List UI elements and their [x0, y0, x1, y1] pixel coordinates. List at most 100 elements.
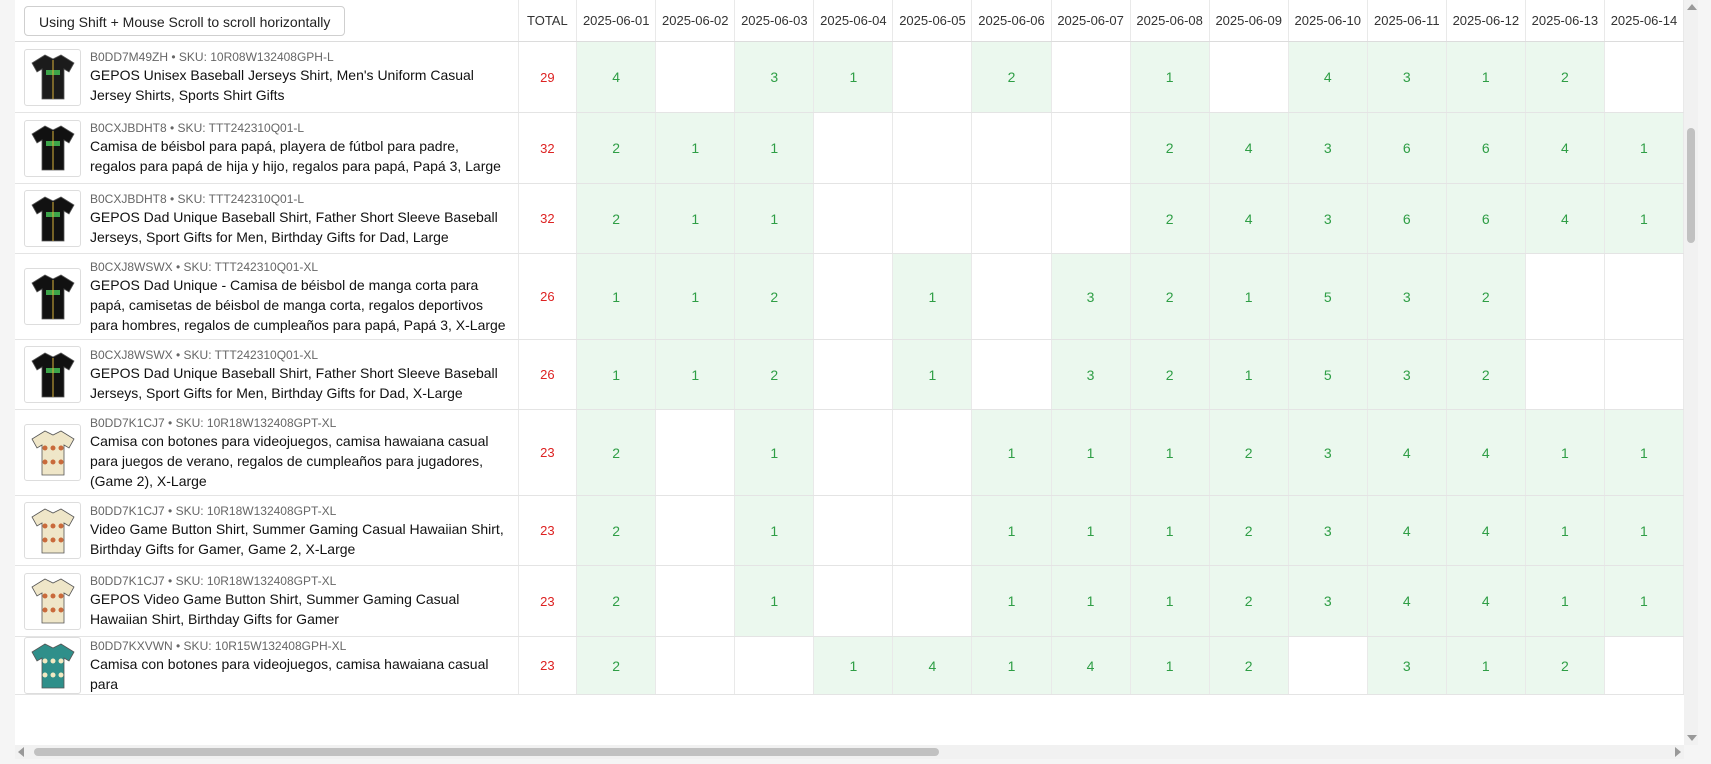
daily-sales-cell: 4 — [1367, 409, 1447, 496]
scroll-down-arrow-icon[interactable] — [1687, 735, 1697, 741]
daily-sales-cell: 1 — [576, 253, 657, 340]
black-baseball-jersey-icon[interactable] — [24, 190, 81, 247]
daily-sales-cell: 1 — [1446, 636, 1526, 695]
daily-sales-cell: 1 — [734, 183, 815, 254]
product-name[interactable]: Video Game Button Shirt, Summer Gaming C… — [90, 519, 508, 559]
daily-sales-cell — [892, 409, 973, 496]
header-date[interactable]: 2025-06-01 — [576, 0, 657, 42]
daily-sales-cell: 3 — [1288, 409, 1368, 496]
table-row[interactable]: B0CXJBDHT8 • SKU: TTT242310Q01-L Camisa d… — [15, 112, 1684, 184]
header-date[interactable]: 2025-06-09 — [1209, 0, 1289, 42]
table-row[interactable]: B0DD7K1CJ7 • SKU: 10R18W132408GPT-XL GEPO… — [15, 565, 1684, 637]
header-date[interactable]: 2025-06-14 — [1604, 0, 1684, 42]
daily-sales-cell: 6 — [1367, 183, 1447, 254]
product-cell: B0DD7KXVWN • SKU: 10R15W132408GPH-XL Cami… — [15, 636, 519, 695]
table-row[interactable]: B0DD7KXVWN • SKU: 10R15W132408GPH-XL Cami… — [15, 636, 1684, 695]
black-baseball-jersey-icon[interactable] — [24, 119, 81, 177]
table-row[interactable]: B0CXJBDHT8 • SKU: TTT242310Q01-L GEPOS Da… — [15, 183, 1684, 254]
daily-sales-cell: 1 — [971, 495, 1052, 566]
vertical-scrollbar[interactable] — [1684, 0, 1698, 745]
hawaiian-shirt-icon[interactable] — [24, 502, 81, 559]
daily-sales-cell — [1604, 41, 1684, 113]
daily-sales-cell — [655, 409, 736, 496]
scroll-up-arrow-icon[interactable] — [1687, 4, 1697, 10]
daily-sales-cell: 1 — [971, 565, 1052, 637]
daily-sales-cell: 3 — [1367, 636, 1447, 695]
daily-sales-cell — [1051, 112, 1131, 184]
product-name[interactable]: GEPOS Dad Unique Baseball Shirt, Father … — [90, 207, 508, 247]
daily-sales-cell: 1 — [734, 112, 815, 184]
header-date[interactable]: 2025-06-12 — [1446, 0, 1526, 42]
vertical-scrollbar-thumb[interactable] — [1687, 128, 1695, 243]
scroll-left-arrow-icon[interactable] — [18, 747, 24, 757]
header-date[interactable]: 2025-06-03 — [734, 0, 815, 42]
hawaiian-shirt-icon[interactable] — [24, 424, 81, 481]
daily-sales-cell: 2 — [734, 339, 815, 410]
daily-sales-cell: 4 — [576, 41, 657, 113]
daily-sales-cell: 4 — [1525, 183, 1605, 254]
daily-sales-cell: 2 — [1130, 183, 1210, 254]
daily-sales-cell: 4 — [1367, 565, 1447, 637]
table-row[interactable]: B0CXJ8WSWX • SKU: TTT242310Q01-XL GEPOS D… — [15, 253, 1684, 340]
daily-sales-cell: 1 — [1209, 253, 1289, 340]
product-name[interactable]: Camisa de béisbol para papá, playera de … — [90, 136, 508, 176]
daily-sales-cell: 1 — [1525, 409, 1605, 496]
header-date[interactable]: 2025-06-08 — [1130, 0, 1210, 42]
daily-sales-cell: 1 — [1209, 339, 1289, 410]
product-name[interactable]: GEPOS Unisex Baseball Jerseys Shirt, Men… — [90, 65, 508, 105]
product-name[interactable]: Camisa con botones para videojuegos, cam… — [90, 654, 508, 694]
hawaiian-shirt-icon[interactable] — [24, 572, 81, 630]
daily-sales-cell — [1525, 253, 1605, 340]
header-date[interactable]: 2025-06-02 — [655, 0, 736, 42]
product-name[interactable]: GEPOS Video Game Button Shirt, Summer Ga… — [90, 589, 508, 629]
total-cell: 32 — [518, 112, 578, 184]
daily-sales-cell: 6 — [1367, 112, 1447, 184]
daily-sales-cell: 2 — [1130, 339, 1210, 410]
table-row[interactable]: B0DD7M49ZH • SKU: 10R08W132408GPH-L GEPOS… — [15, 41, 1684, 113]
product-name[interactable]: Camisa con botones para videojuegos, cam… — [90, 431, 508, 491]
product-cell: B0DD7M49ZH • SKU: 10R08W132408GPH-L GEPOS… — [15, 41, 519, 113]
daily-sales-cell: 1 — [1130, 41, 1210, 113]
total-cell: 26 — [518, 253, 578, 340]
product-asin-sku: B0DD7K1CJ7 • SKU: 10R18W132408GPT-XL — [90, 503, 337, 518]
daily-sales-cell — [813, 339, 894, 410]
daily-sales-cell — [813, 565, 894, 637]
header-date[interactable]: 2025-06-10 — [1288, 0, 1368, 42]
teal-hawaiian-shirt-icon[interactable] — [24, 637, 81, 694]
header-date[interactable]: 2025-06-11 — [1367, 0, 1447, 42]
header-total[interactable]: TOTAL — [518, 0, 578, 42]
horizontal-scrollbar[interactable] — [15, 745, 1684, 759]
daily-sales-cell: 3 — [1288, 183, 1368, 254]
black-baseball-jersey-icon[interactable] — [24, 346, 81, 403]
product-asin-sku: B0DD7KXVWN • SKU: 10R15W132408GPH-XL — [90, 638, 347, 653]
table-row[interactable]: B0DD7K1CJ7 • SKU: 10R18W132408GPT-XL Vide… — [15, 495, 1684, 566]
daily-sales-cell: 1 — [892, 339, 973, 410]
daily-sales-cell — [971, 339, 1052, 410]
product-name[interactable]: GEPOS Dad Unique - Camisa de béisbol de … — [90, 275, 508, 335]
header-date[interactable]: 2025-06-13 — [1525, 0, 1605, 42]
table-row[interactable]: B0DD7K1CJ7 • SKU: 10R18W132408GPT-XL Cami… — [15, 409, 1684, 496]
sales-table-viewport[interactable]: Using Shift + Mouse Scroll to scroll hor… — [15, 0, 1684, 745]
black-baseball-jersey-icon[interactable] — [24, 48, 81, 106]
total-cell: 32 — [518, 183, 578, 254]
daily-sales-cell: 2 — [1209, 409, 1289, 496]
header-date[interactable]: 2025-06-07 — [1051, 0, 1131, 42]
black-baseball-jersey-icon[interactable] — [24, 268, 81, 325]
scroll-right-arrow-icon[interactable] — [1675, 747, 1681, 757]
daily-sales-cell: 3 — [1288, 495, 1368, 566]
daily-sales-cell: 2 — [576, 636, 657, 695]
daily-sales-cell — [892, 41, 973, 113]
header-date[interactable]: 2025-06-04 — [813, 0, 894, 42]
table-row[interactable]: B0CXJ8WSWX • SKU: TTT242310Q01-XL GEPOS D… — [15, 339, 1684, 410]
daily-sales-table: Using Shift + Mouse Scroll to scroll hor… — [15, 0, 1684, 695]
daily-sales-cell — [971, 112, 1052, 184]
product-name[interactable]: GEPOS Dad Unique Baseball Shirt, Father … — [90, 363, 508, 403]
header-date[interactable]: 2025-06-06 — [971, 0, 1052, 42]
scroll-hint-button[interactable]: Using Shift + Mouse Scroll to scroll hor… — [24, 5, 346, 36]
daily-sales-cell: 4 — [1446, 409, 1526, 496]
horizontal-scrollbar-thumb[interactable] — [34, 748, 939, 756]
header-date[interactable]: 2025-06-05 — [892, 0, 973, 42]
daily-sales-cell — [892, 112, 973, 184]
daily-sales-cell: 2 — [971, 41, 1052, 113]
daily-sales-cell: 4 — [1367, 495, 1447, 566]
